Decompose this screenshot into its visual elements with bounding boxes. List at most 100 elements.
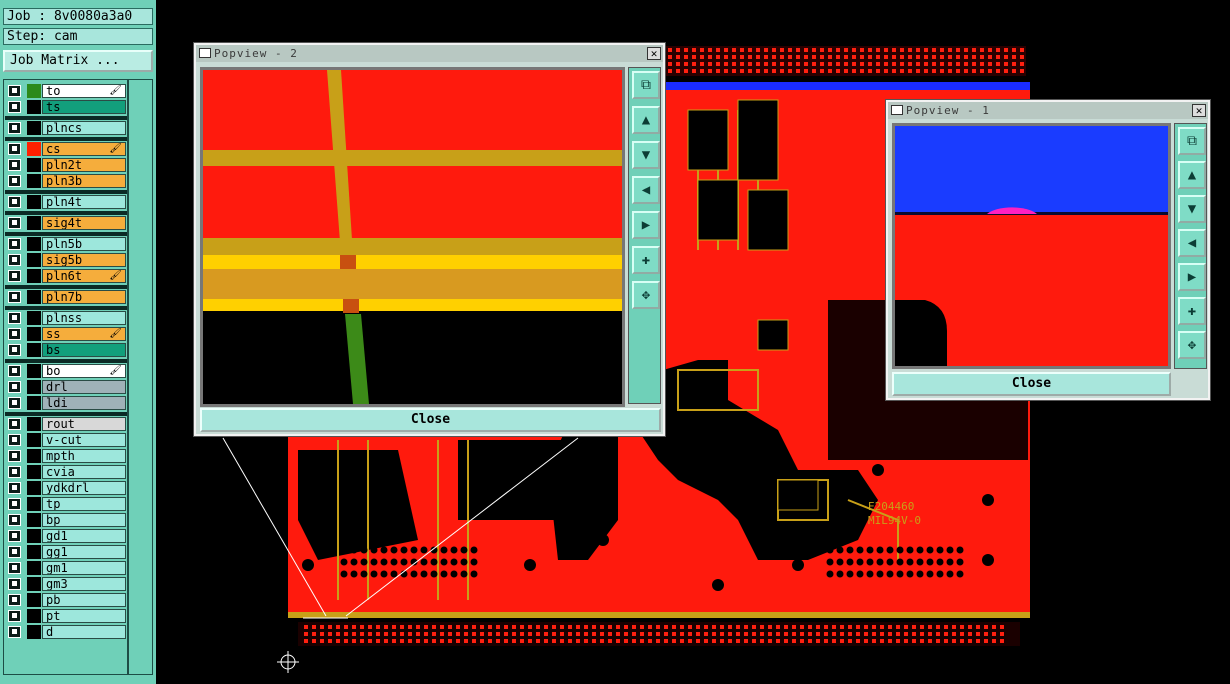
layer-row-to[interactable]: to 🖌: [5, 83, 127, 99]
layer-row-pt[interactable]: pt: [5, 608, 127, 624]
layer-row-gg1[interactable]: gg1: [5, 544, 127, 560]
layer-checkbox[interactable]: [8, 418, 21, 430]
layer-checkbox[interactable]: [8, 514, 21, 526]
layer-color-swatch[interactable]: [27, 100, 41, 114]
layer-checkbox[interactable]: [8, 610, 21, 622]
layer-checkbox[interactable]: [8, 270, 21, 282]
layer-name[interactable]: plnss: [42, 311, 126, 325]
zoom-fit-icon[interactable]: ⧉: [632, 71, 660, 99]
layer-color-swatch[interactable]: [27, 609, 41, 623]
layer-checkbox[interactable]: [8, 159, 21, 171]
popview-1-close-icon[interactable]: ✕: [1192, 104, 1206, 117]
layer-row-pln5b[interactable]: pln5b: [5, 236, 127, 252]
layer-name[interactable]: gm3: [42, 577, 126, 591]
layer-color-swatch[interactable]: [27, 417, 41, 431]
layer-checkbox[interactable]: [8, 397, 21, 409]
layer-checkbox[interactable]: [8, 466, 21, 478]
layer-row-tp[interactable]: tp: [5, 496, 127, 512]
layer-color-swatch[interactable]: [27, 433, 41, 447]
layer-row-ts[interactable]: ts: [5, 99, 127, 115]
layer-name[interactable]: pln5b: [42, 237, 126, 251]
popview-2-close-button[interactable]: Close: [200, 408, 661, 432]
layer-row-pb[interactable]: pb: [5, 592, 127, 608]
pan-right-icon[interactable]: ▶: [632, 211, 660, 239]
layer-color-swatch[interactable]: [27, 481, 41, 495]
layer-color-swatch[interactable]: [27, 364, 41, 378]
layer-name[interactable]: cs 🖌: [42, 142, 126, 156]
popview-2-view[interactable]: [200, 67, 625, 407]
layer-color-swatch[interactable]: [27, 174, 41, 188]
layer-row-drl[interactable]: drl: [5, 379, 127, 395]
layer-checkbox[interactable]: [8, 175, 21, 187]
layer-name[interactable]: bo 🖌: [42, 364, 126, 378]
layer-name[interactable]: pb: [42, 593, 126, 607]
layer-checkbox[interactable]: [8, 482, 21, 494]
pan-left-icon[interactable]: ◀: [632, 176, 660, 204]
layer-name[interactable]: drl: [42, 380, 126, 394]
layer-name[interactable]: pln3b: [42, 174, 126, 188]
popview-2-window[interactable]: Popview - 2 ✕ ⧉ ▲ ▼ ◀ ▶ ✚ ✥ Close: [194, 43, 665, 436]
layer-row-pln7b[interactable]: pln7b: [5, 289, 127, 305]
popview-1-close-button[interactable]: Close: [892, 372, 1171, 396]
layer-color-swatch[interactable]: [27, 396, 41, 410]
layer-checkbox[interactable]: [8, 578, 21, 590]
layer-row-sig4t[interactable]: sig4t: [5, 215, 127, 231]
layer-color-swatch[interactable]: [27, 311, 41, 325]
layer-color-swatch[interactable]: [27, 158, 41, 172]
layer-name[interactable]: pln6t 🖌: [42, 269, 126, 283]
layer-name[interactable]: gd1: [42, 529, 126, 543]
layer-color-swatch[interactable]: [27, 84, 41, 98]
layer-name[interactable]: rout: [42, 417, 126, 431]
pan-down-icon[interactable]: ▼: [1178, 195, 1206, 223]
pan-down-icon[interactable]: ▼: [632, 141, 660, 169]
layer-checkbox[interactable]: [8, 238, 21, 250]
layer-checkbox[interactable]: [8, 196, 21, 208]
layer-name[interactable]: ldi: [42, 396, 126, 410]
layer-row-v-cut[interactable]: v-cut: [5, 432, 127, 448]
layer-row-gm1[interactable]: gm1: [5, 560, 127, 576]
layer-color-swatch[interactable]: [27, 593, 41, 607]
layer-checkbox[interactable]: [8, 626, 21, 638]
popview-1-view[interactable]: [892, 123, 1171, 369]
layer-color-swatch[interactable]: [27, 195, 41, 209]
layer-color-swatch[interactable]: [27, 327, 41, 341]
layer-color-swatch[interactable]: [27, 497, 41, 511]
layer-row-ldi[interactable]: ldi: [5, 395, 127, 411]
zoom-fit-icon[interactable]: ⧉: [1178, 127, 1206, 155]
layer-row-ss[interactable]: ss 🖌: [5, 326, 127, 342]
pan-up-icon[interactable]: ▲: [632, 106, 660, 134]
layer-color-swatch[interactable]: [27, 513, 41, 527]
layer-checkbox[interactable]: [8, 291, 21, 303]
zoom-in-icon[interactable]: ✚: [1178, 297, 1206, 325]
pan-up-icon[interactable]: ▲: [1178, 161, 1206, 189]
layer-color-swatch[interactable]: [27, 343, 41, 357]
layer-row-mpth[interactable]: mpth: [5, 448, 127, 464]
layer-name[interactable]: pln2t: [42, 158, 126, 172]
layer-name[interactable]: pt: [42, 609, 126, 623]
layer-color-swatch[interactable]: [27, 625, 41, 639]
layer-checkbox[interactable]: [8, 365, 21, 377]
layer-name[interactable]: ydkdrl: [42, 481, 126, 495]
pan-left-icon[interactable]: ◀: [1178, 229, 1206, 257]
layer-color-swatch[interactable]: [27, 380, 41, 394]
layer-checkbox[interactable]: [8, 530, 21, 542]
layer-row-d[interactable]: d: [5, 624, 127, 640]
layer-row-gd1[interactable]: gd1: [5, 528, 127, 544]
layer-color-swatch[interactable]: [27, 253, 41, 267]
layer-checkbox[interactable]: [8, 122, 21, 134]
layer-color-swatch[interactable]: [27, 216, 41, 230]
layer-checkbox[interactable]: [8, 498, 21, 510]
layer-color-swatch[interactable]: [27, 121, 41, 135]
layer-checkbox[interactable]: [8, 312, 21, 324]
layer-name[interactable]: sig5b: [42, 253, 126, 267]
layer-color-swatch[interactable]: [27, 577, 41, 591]
layer-list-scrollbar[interactable]: [128, 79, 153, 675]
layer-row-bp[interactable]: bp: [5, 512, 127, 528]
layer-name[interactable]: cvia: [42, 465, 126, 479]
layer-checkbox[interactable]: [8, 328, 21, 340]
layer-row-pln6t[interactable]: pln6t 🖌: [5, 268, 127, 284]
layer-checkbox[interactable]: [8, 217, 21, 229]
layer-row-pln3b[interactable]: pln3b: [5, 173, 127, 189]
layer-name[interactable]: to 🖌: [42, 84, 126, 98]
popview-1-window[interactable]: Popview - 1 ✕ ⧉ ▲ ▼ ◀ ▶ ✚ ✥ Close: [886, 100, 1210, 400]
